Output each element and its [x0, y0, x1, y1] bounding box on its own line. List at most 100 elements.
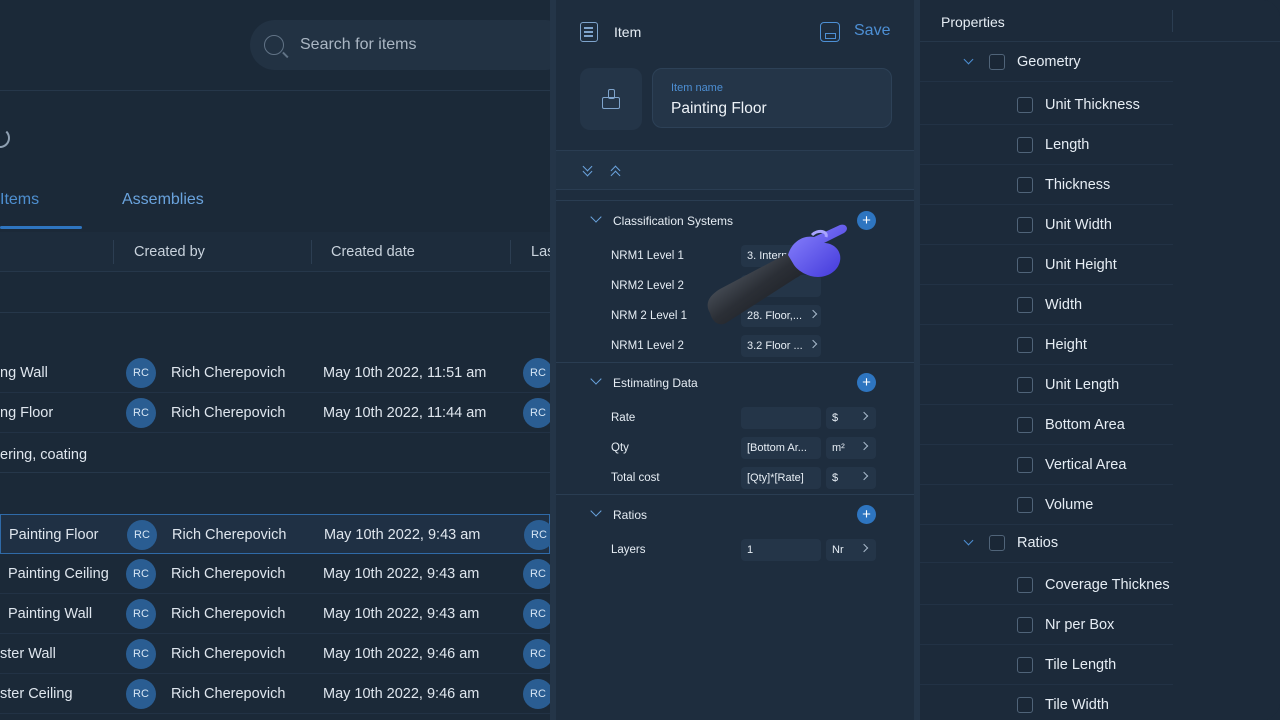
collapse-all-icon[interactable]: [610, 163, 622, 181]
tree-item[interactable]: Unit Thickness: [920, 85, 1173, 125]
table-row[interactable]: ster Ceiling RC Rich Cherepovich May 10t…: [0, 674, 553, 714]
divider: [0, 312, 550, 313]
tree-item[interactable]: Tile Width: [920, 685, 1173, 720]
unit-select[interactable]: $: [826, 467, 876, 489]
active-tab-indicator: [0, 226, 82, 229]
tree-item-label: Width: [1045, 297, 1083, 313]
layers-input[interactable]: 1: [741, 539, 821, 561]
estimating-row: Rate $: [556, 404, 914, 434]
classification-row: NRM 2 Level 1 28. Floor,...: [556, 302, 914, 332]
tree-item[interactable]: Unit Height: [920, 245, 1173, 285]
add-estimating-button[interactable]: +: [857, 373, 876, 392]
item-checkbox[interactable]: [1017, 377, 1033, 393]
prop-label: Layers: [611, 544, 646, 556]
chevron-down-icon[interactable]: [963, 535, 974, 546]
item-checkbox[interactable]: [1017, 337, 1033, 353]
group-checkbox[interactable]: [989, 54, 1005, 70]
section-title: Classification Systems: [613, 214, 734, 228]
item-name-input[interactable]: Painting Floor: [671, 100, 767, 118]
unit-select[interactable]: $: [826, 407, 876, 429]
chevron-down-icon[interactable]: [590, 505, 602, 517]
search-bar[interactable]: Search for items: [250, 20, 570, 70]
item-checkbox[interactable]: [1017, 137, 1033, 153]
row-created-by: Rich Cherepovich: [172, 527, 287, 543]
tree-item[interactable]: Vertical Area: [920, 445, 1173, 485]
unit-select[interactable]: Nr: [826, 539, 876, 561]
table-row[interactable]: ng Wall RC Rich Cherepovich May 10th 202…: [0, 353, 553, 393]
item-checkbox[interactable]: [1017, 697, 1033, 713]
tree-item[interactable]: Volume: [920, 485, 1173, 525]
save-icon[interactable]: [820, 22, 840, 42]
table-row[interactable]: ng Floor RC Rich Cherepovich May 10th 20…: [0, 393, 553, 433]
tree-item-label: Tile Width: [1045, 697, 1109, 713]
refresh-icon[interactable]: [0, 128, 10, 148]
section-classification-header[interactable]: Classification Systems +: [556, 200, 914, 240]
classification-value[interactable]: 28. Floor,...: [741, 305, 821, 327]
classification-value[interactable]: 3.2 Floor ...: [741, 335, 821, 357]
chevron-down-icon[interactable]: [963, 54, 974, 65]
tree-item[interactable]: Thickness: [920, 165, 1173, 205]
row-created-by: Rich Cherepovich: [171, 566, 286, 582]
tree-item[interactable]: Tile Length: [920, 645, 1173, 685]
total-cost-input[interactable]: [Qty]*[Rate]: [741, 467, 821, 489]
row-created-date: May 10th 2022, 11:44 am: [323, 405, 487, 421]
item-checkbox[interactable]: [1017, 617, 1033, 633]
row-name: ster Wall: [0, 646, 56, 662]
item-name-field[interactable]: Item name Painting Floor: [652, 68, 892, 128]
section-ratios-header[interactable]: Ratios +: [556, 494, 914, 534]
save-button[interactable]: Save: [854, 22, 890, 40]
tab-assemblies[interactable]: Assemblies: [122, 191, 204, 209]
qty-input[interactable]: [Bottom Ar...: [741, 437, 821, 459]
tree-item[interactable]: Width: [920, 285, 1173, 325]
item-checkbox[interactable]: [1017, 657, 1033, 673]
tree-group-geometry[interactable]: Geometry: [920, 42, 1173, 82]
search-input[interactable]: Search for items: [300, 36, 416, 54]
column-created-by[interactable]: Created by: [134, 244, 205, 260]
table-row[interactable]: ster Wall RC Rich Cherepovich May 10th 2…: [0, 634, 553, 674]
item-checkbox[interactable]: [1017, 257, 1033, 273]
avatar: RC: [126, 679, 156, 709]
row-created-by: Rich Cherepovich: [171, 646, 286, 662]
tree-item[interactable]: Bottom Area: [920, 405, 1173, 445]
row-created-by: Rich Cherepovich: [171, 606, 286, 622]
item-checkbox[interactable]: [1017, 177, 1033, 193]
rate-input[interactable]: [741, 407, 821, 429]
add-classification-button[interactable]: +: [857, 211, 876, 230]
expand-all-icon[interactable]: [582, 161, 594, 177]
tab-items[interactable]: Items: [0, 191, 39, 209]
classification-value[interactable]: [741, 275, 821, 297]
tree-item-label: Unit Length: [1045, 377, 1120, 393]
chevron-down-icon[interactable]: [590, 211, 602, 223]
tree-item[interactable]: Unit Length: [920, 365, 1173, 405]
classification-row: NRM1 Level 1 3. Intern: [556, 242, 914, 272]
item-checkbox[interactable]: [1017, 417, 1033, 433]
table-row[interactable]: Painting Ceiling RC Rich Cherepovich May…: [0, 554, 553, 594]
item-checkbox[interactable]: [1017, 497, 1033, 513]
tree-group-ratios[interactable]: Ratios: [920, 523, 1173, 563]
column-separator: [113, 240, 114, 264]
row-name: Painting Ceiling: [8, 566, 109, 582]
tree-item[interactable]: Height: [920, 325, 1173, 365]
item-icon-picker[interactable]: [580, 68, 642, 130]
item-checkbox[interactable]: [1017, 217, 1033, 233]
tree-item[interactable]: Length: [920, 125, 1173, 165]
tree-item-label: Unit Height: [1045, 257, 1117, 273]
add-ratio-button[interactable]: +: [857, 505, 876, 524]
column-created-date[interactable]: Created date: [331, 244, 415, 260]
tree-item[interactable]: Unit Width: [920, 205, 1173, 245]
tree-item-label: Length: [1045, 137, 1090, 153]
group-label[interactable]: ering, coating: [0, 447, 87, 463]
table-row[interactable]: Painting Wall RC Rich Cherepovich May 10…: [0, 594, 553, 634]
unit-select[interactable]: m²: [826, 437, 876, 459]
item-checkbox[interactable]: [1017, 97, 1033, 113]
item-checkbox[interactable]: [1017, 297, 1033, 313]
chevron-down-icon[interactable]: [590, 373, 602, 385]
table-row-selected[interactable]: Painting Floor RC Rich Cherepovich May 1…: [0, 514, 554, 554]
tree-item[interactable]: Coverage Thicknes: [920, 565, 1173, 605]
tree-item[interactable]: Nr per Box: [920, 605, 1173, 645]
avatar: RC: [523, 639, 553, 669]
group-checkbox[interactable]: [989, 535, 1005, 551]
item-checkbox[interactable]: [1017, 577, 1033, 593]
item-checkbox[interactable]: [1017, 457, 1033, 473]
section-estimating-header[interactable]: Estimating Data +: [556, 362, 914, 402]
